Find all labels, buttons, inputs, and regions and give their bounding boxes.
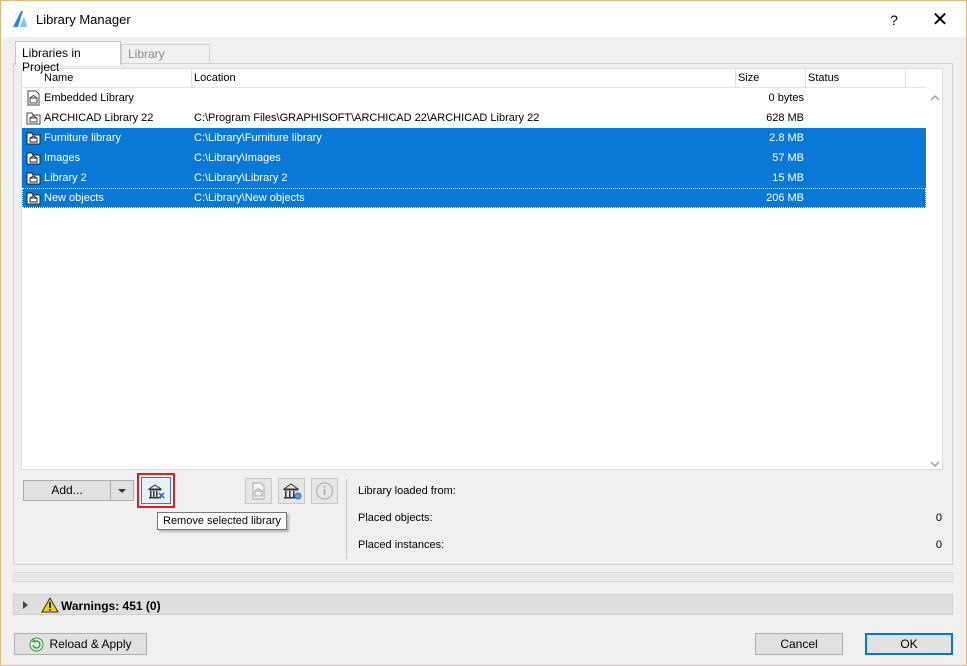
warnings-panel-header[interactable]: Warnings: 451 (0) (13, 594, 953, 615)
library-name: ARCHICAD Library 22 (44, 112, 154, 124)
library-name: New objects (44, 192, 104, 204)
library-name: Images (44, 152, 81, 164)
remove-library-tooltip: Remove selected library (157, 512, 287, 530)
reload-apply-label: Reload & Apply (49, 637, 132, 651)
library-loaded-from-label: Library loaded from: (358, 485, 456, 497)
table-row[interactable]: Library 2 C:\Library\Library 2 15 MB (22, 168, 926, 188)
chevron-down-icon (118, 489, 126, 493)
library-location: C:\Library\Images (194, 152, 281, 164)
library-folder-icon (26, 112, 41, 125)
table-row[interactable]: New objects C:\Library\New objects 206 M… (22, 188, 926, 208)
close-button[interactable]: ✕ (925, 7, 955, 33)
table-row[interactable]: Furniture library C:\Library\Furniture l… (22, 128, 926, 148)
remove-library-button[interactable] (141, 477, 171, 504)
library-location: C:\Program Files\GRAPHISOFT\ARCHICAD 22\… (194, 112, 540, 124)
library-size: 206 MB (766, 192, 804, 204)
placed-instances-label: Placed instances: (358, 539, 445, 551)
library-folder-icon (26, 192, 41, 205)
column-divider[interactable] (735, 69, 736, 88)
placed-instances-value: 0 (935, 539, 942, 551)
column-divider[interactable] (805, 69, 806, 88)
archicad-icon (13, 11, 27, 27)
placed-objects-value: 0 (935, 512, 942, 524)
library-part-button[interactable] (278, 478, 305, 504)
add-library-button[interactable]: Add... (23, 480, 111, 501)
library-folder-icon (26, 132, 41, 145)
column-header-size[interactable]: Size (738, 72, 759, 84)
help-button[interactable]: ? (881, 9, 907, 31)
scroll-up-icon[interactable] (929, 93, 941, 103)
library-size: 57 MB (772, 152, 804, 164)
library-gear-icon (282, 483, 302, 500)
expand-arrow-icon[interactable] (22, 600, 30, 610)
tab-libraries-in-project[interactable]: Libraries in Project (15, 41, 121, 74)
splitter[interactable] (13, 572, 953, 582)
close-icon: ✕ (931, 9, 949, 31)
remove-library-icon (147, 484, 165, 499)
info-button[interactable] (311, 478, 338, 504)
reload-icon (29, 637, 44, 652)
list-header: Name Location Size Status (22, 69, 926, 88)
table-row[interactable]: ARCHICAD Library 22 C:\Program Files\GRA… (22, 108, 926, 128)
divider (346, 479, 347, 559)
ok-button[interactable]: OK (865, 633, 953, 655)
reload-apply-button[interactable]: Reload & Apply (14, 633, 147, 655)
embedded-library-icon (27, 90, 40, 106)
library-location: C:\Library\Library 2 (194, 172, 288, 184)
table-row[interactable]: Images C:\Library\Images 57 MB (22, 148, 926, 168)
warning-icon (41, 597, 59, 613)
document-library-icon (252, 482, 265, 500)
column-header-location[interactable]: Location (194, 72, 236, 84)
library-name: Embedded Library (44, 92, 134, 104)
library-manager-window: Library Manager ? ✕ Libraries in Project… (0, 0, 967, 666)
library-location: C:\Library\New objects (194, 192, 305, 204)
library-size: 15 MB (772, 172, 804, 184)
library-folder-icon (26, 152, 41, 165)
scroll-down-icon[interactable] (929, 459, 941, 469)
library-size: 628 MB (766, 112, 804, 124)
column-header-status[interactable]: Status (808, 72, 839, 84)
info-icon (316, 482, 333, 500)
placed-objects-label: Placed objects: (358, 512, 433, 524)
cancel-button[interactable]: Cancel (755, 633, 843, 655)
library-size: 2.8 MB (769, 132, 804, 144)
library-name: Library 2 (44, 172, 87, 184)
library-location: C:\Library\Furniture library (194, 132, 322, 144)
column-divider[interactable] (191, 69, 192, 88)
table-row[interactable]: Embedded Library 0 bytes (22, 88, 926, 108)
add-dropdown-button[interactable] (111, 480, 134, 501)
tab-library-content[interactable]: Library Content (121, 44, 210, 75)
warnings-label: Warnings: 451 (0) (61, 599, 161, 613)
library-name: Furniture library (44, 132, 122, 144)
window-title: Library Manager (36, 12, 131, 27)
library-folder-icon (26, 172, 41, 185)
title-bar: Library Manager ? ✕ (1, 1, 966, 37)
library-list[interactable]: Name Location Size Status Embedded Libra… (21, 68, 943, 470)
library-settings-button[interactable] (245, 478, 272, 504)
library-size: 0 bytes (768, 92, 804, 104)
column-divider[interactable] (905, 69, 906, 88)
